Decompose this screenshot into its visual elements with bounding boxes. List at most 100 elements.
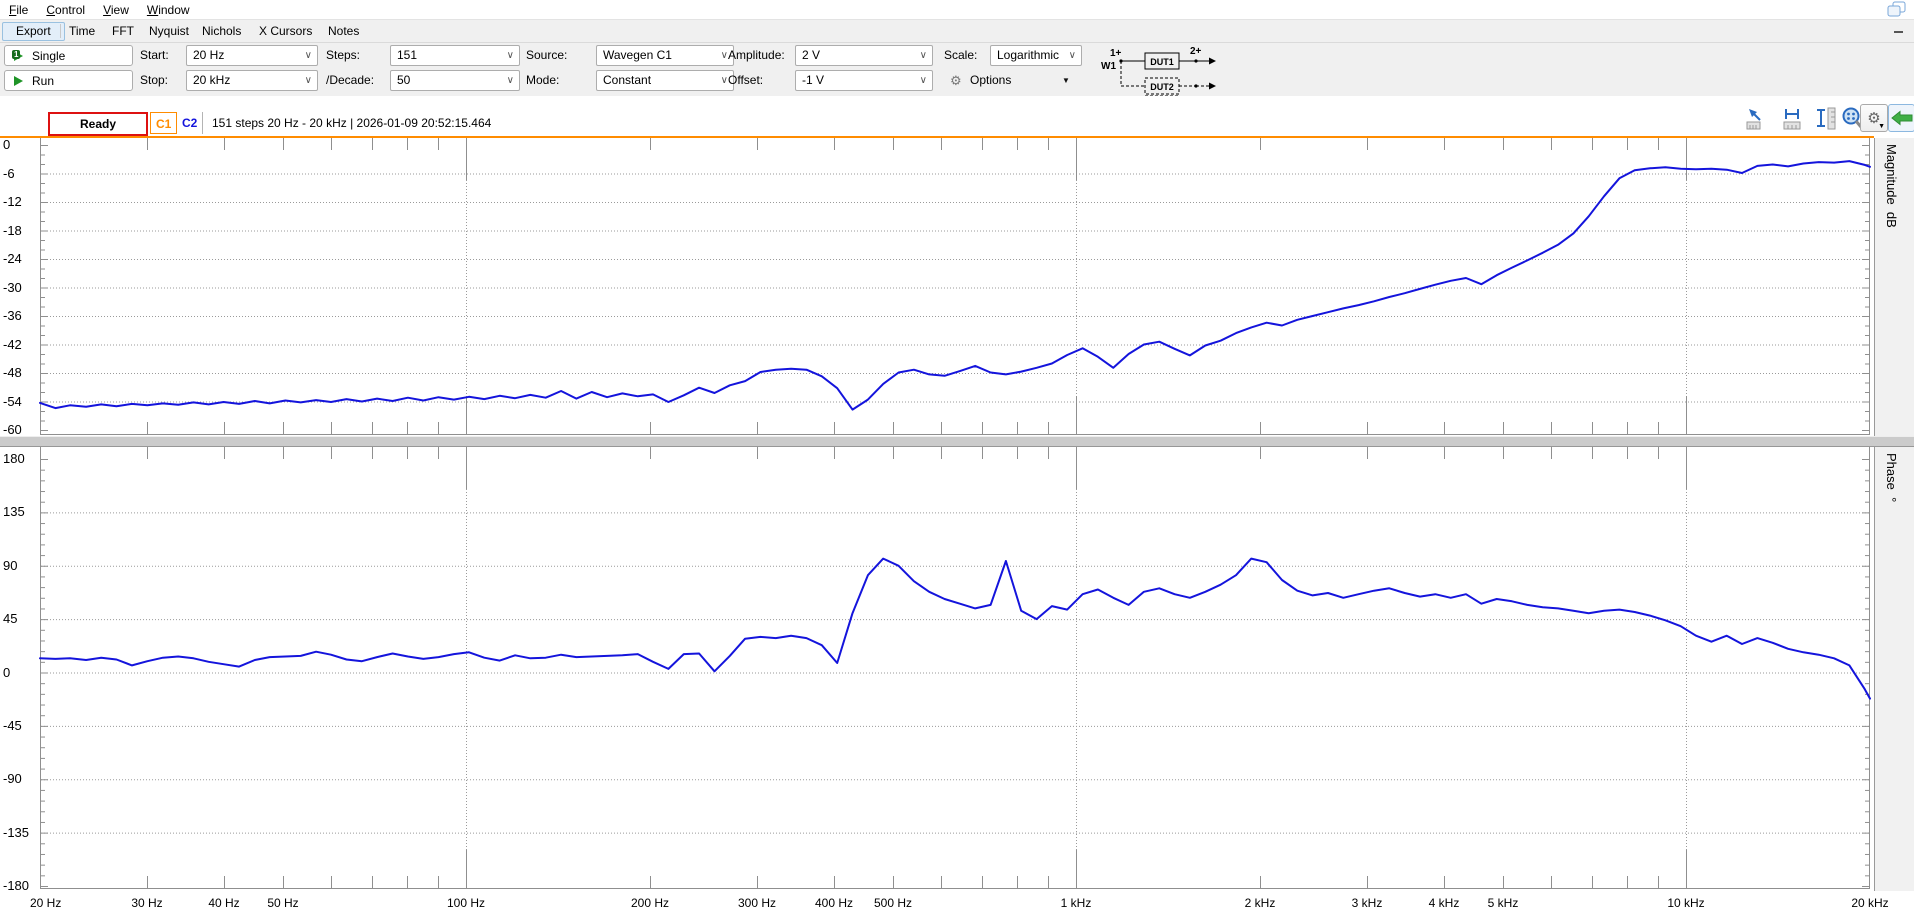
options-button[interactable]: Options	[970, 70, 1011, 91]
pointer-cursor-tool-icon[interactable]	[1746, 106, 1770, 130]
y-axis-label: 90	[3, 558, 17, 573]
tab-x-cursors[interactable]: X Cursors	[259, 24, 312, 38]
stop-label: Stop:	[140, 70, 168, 91]
channel-c1-toggle[interactable]: C1	[150, 112, 177, 134]
x-axis-label: 4 kHz	[1429, 896, 1460, 910]
y-axis-label: -18	[3, 223, 22, 238]
y-axis-label: -6	[3, 166, 15, 181]
y-axis-label: -54	[3, 394, 22, 409]
y-axis-label: -60	[3, 422, 22, 437]
run-button-label: Run	[32, 74, 54, 88]
per-decade-label: /Decade:	[326, 70, 374, 91]
sweep-info-text: 151 steps 20 Hz - 20 kHz | 2026-01-09 20…	[212, 112, 491, 134]
y-axis-label: 135	[3, 504, 25, 519]
x-axis-label: 500 Hz	[874, 896, 912, 910]
separator	[60, 24, 61, 38]
per-decade-select[interactable]: 50∨	[390, 70, 520, 91]
collapse-icon[interactable]	[1894, 31, 1903, 33]
x-axis-label: 5 kHz	[1488, 896, 1519, 910]
mode-select[interactable]: Constant ∨	[596, 70, 734, 91]
play-run-icon	[14, 76, 23, 86]
x-axis-label: 30 Hz	[131, 896, 162, 910]
chevron-down-icon: ∨	[721, 71, 728, 90]
y-axis-label: -135	[3, 825, 29, 840]
chevron-down-icon: ∨	[507, 46, 514, 65]
y-axis-label: -36	[3, 308, 22, 323]
y-axis-label: -42	[3, 337, 22, 352]
y-axis-label: -24	[3, 251, 22, 266]
menu-control[interactable]: Control	[37, 0, 94, 19]
options-caret-icon[interactable]: ▼	[1062, 70, 1070, 91]
tab-time[interactable]: Time	[69, 24, 95, 38]
tab-nichols[interactable]: Nichols	[202, 24, 241, 38]
scale-select[interactable]: Logarithmic ∨	[990, 45, 1082, 66]
y-axis-label: -45	[3, 718, 22, 733]
amplitude-label: Amplitude:	[728, 45, 785, 66]
y-axis-label: 180	[3, 451, 25, 466]
status-badge: Ready	[48, 112, 148, 136]
offset-select[interactable]: -1 V ∨	[795, 70, 933, 91]
gear-icon: ⚙	[950, 70, 962, 91]
menu-file[interactable]: File	[0, 0, 37, 19]
tab-notes[interactable]: Notes	[328, 24, 359, 38]
channel-c2-toggle[interactable]: C2	[177, 112, 203, 134]
green-left-arrow-icon	[1891, 110, 1913, 126]
x-axis-label: 20 kHz	[1851, 896, 1888, 910]
phase-axis-title: Phase °	[1884, 453, 1899, 502]
network-analyzer-window: FileControlViewWindow Export Time FFT Ny…	[0, 0, 1914, 915]
x-axis-label: 40 Hz	[208, 896, 239, 910]
status-bar: Ready C1 C2 151 steps 20 Hz - 20 kHz | 2…	[0, 96, 1914, 138]
chevron-down-icon: ∨	[1069, 46, 1076, 65]
trace-c2	[40, 559, 1870, 699]
plot-settings-button[interactable]: ⚙ ▼	[1860, 104, 1888, 132]
chevron-down-icon: ∨	[920, 46, 927, 65]
dut-wiring-diagram: 1+ W1 DUT1 2+ DUT2	[1098, 44, 1222, 97]
magnitude-axis-strip: Magnitude dB	[1874, 138, 1914, 436]
export-button[interactable]: Export	[2, 22, 65, 41]
x-axis-label: 400 Hz	[815, 896, 853, 910]
dut2-label: DUT2	[1150, 82, 1174, 92]
chevron-down-icon: ∨	[920, 71, 927, 90]
tab-nyquist[interactable]: Nyquist	[149, 24, 189, 38]
chevron-down-icon: ∨	[305, 71, 312, 90]
caret-down-icon: ▼	[1878, 123, 1885, 130]
back-button[interactable]	[1888, 104, 1914, 132]
source-value: Wavegen C1	[603, 48, 672, 62]
plus2-label: 2+	[1190, 46, 1202, 57]
tab-fft[interactable]: FFT	[112, 24, 134, 38]
scale-value: Logarithmic	[997, 48, 1059, 62]
x-axis-label: 300 Hz	[738, 896, 776, 910]
plot-splitter-handle[interactable]	[0, 436, 1914, 447]
steps-select[interactable]: 151 ∨	[390, 45, 520, 66]
y-axis-label: -48	[3, 365, 22, 380]
menu-view[interactable]: View	[94, 0, 138, 19]
vertical-cursor-tool-icon[interactable]	[1812, 106, 1836, 130]
mode-value: Constant	[603, 73, 651, 87]
offset-value: -1 V	[802, 73, 824, 87]
magnitude-plot[interactable]	[0, 138, 1914, 436]
source-select[interactable]: Wavegen C1∨	[596, 45, 734, 66]
stop-select[interactable]: 20 kHz∨	[186, 70, 318, 91]
x-axis-label: 3 kHz	[1352, 896, 1383, 910]
amplitude-select[interactable]: 2 V ∨	[795, 45, 933, 66]
steps-value: 151	[397, 48, 417, 62]
restore-window-icon[interactable]	[1886, 1, 1908, 18]
run-button[interactable]: Run	[4, 70, 133, 91]
y-axis-label: 45	[3, 611, 17, 626]
single-button[interactable]: 1 Single	[4, 45, 133, 66]
chevron-down-icon: ∨	[305, 46, 312, 65]
x-axis-label: 100 Hz	[447, 896, 485, 910]
chevron-down-icon: ∨	[507, 71, 514, 90]
horizontal-cursor-tool-icon[interactable]	[1780, 106, 1804, 130]
phase-axis-strip: Phase °	[1874, 447, 1914, 891]
menu-window[interactable]: Window	[138, 0, 199, 19]
amplitude-value: 2 V	[802, 48, 820, 62]
frequency-axis-labels: 20 Hz30 Hz40 Hz50 Hz100 Hz200 Hz300 Hz40…	[0, 891, 1914, 915]
offset-label: Offset:	[728, 70, 763, 91]
y-axis-label: -30	[3, 280, 22, 295]
scale-label: Scale:	[944, 45, 977, 66]
phase-plot[interactable]	[0, 447, 1914, 891]
magnitude-axis-title: Magnitude dB	[1884, 144, 1899, 228]
start-label: Start:	[140, 45, 169, 66]
start-select[interactable]: 20 Hz∨	[186, 45, 318, 66]
